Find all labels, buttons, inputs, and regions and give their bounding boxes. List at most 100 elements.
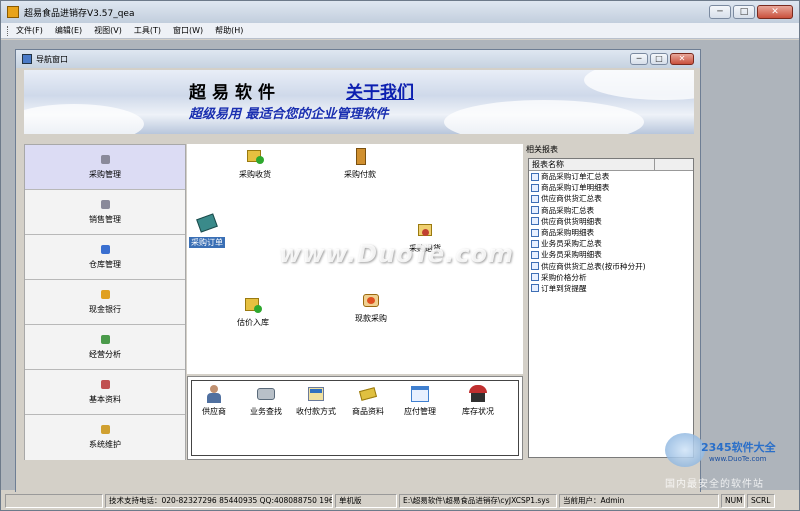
cash-icon [100,289,110,299]
navigation-window-title-bar[interactable]: 导航窗口 ─ □ ✕ [16,50,700,68]
report-icon [531,284,539,293]
close-button[interactable]: ✕ [757,5,793,19]
inventory-button[interactable]: 库存状况 [462,385,494,417]
sidebar-item-warehouse[interactable]: 仓库管理 [25,235,185,280]
app-window: 超易食品进销存V3.57_qea ─ □ ✕ 文件(F) 编辑(E) 视图(V)… [0,0,800,511]
inventory-label: 库存状况 [462,407,494,416]
goods-info-button[interactable]: 商品资料 [352,385,384,417]
payable-label: 应付管理 [404,407,436,416]
cash-purchase-button[interactable]: 现款采购 [355,292,387,324]
data-file-path: E:\超易软件\超易食品进销存\cyJXCSP1.sys [399,494,557,508]
receive-goods-label: 采购收货 [239,170,271,179]
sidebar-item-label: 仓库管理 [89,259,121,269]
warehouse-icon [100,244,110,254]
reports-list[interactable]: 报表名称 商品采购订单汇总表 商品采购订单明细表 供应商供货汇总表 商品采购汇总… [528,158,694,458]
brand-name: 超易软件 [189,83,281,103]
payment-label: 采购付款 [344,170,376,179]
menu-help[interactable]: 帮助(H) [215,25,243,36]
business-search-icon [256,385,276,403]
menu-edit[interactable]: 编辑(E) [55,25,82,36]
sidebar-item-label: 系统维护 [89,440,121,449]
payment-icon [350,148,370,166]
support-phone: 技术支持电话：020-82327296 85440935 QQ:40808875… [105,494,333,508]
basic-data-icon [100,379,110,389]
app-icon [7,6,19,18]
toolbar-grip[interactable] [7,25,10,36]
menu-file[interactable]: 文件(F) [16,25,43,36]
num-lock-indicator: NUM [721,494,745,508]
purchase-order-icon [192,213,222,234]
report-icon [531,239,539,248]
list-item[interactable]: 订单到货提醒 [529,283,693,294]
list-item[interactable]: 供应商供货汇总表(按币种分开) [529,261,693,272]
supplier-icon [204,385,224,403]
business-search-button[interactable]: 业务查找 [250,385,282,417]
minimize-button[interactable]: ─ [709,5,731,19]
sales-icon [100,199,110,209]
purchase-icon [100,154,110,164]
receive-goods-button[interactable]: 采购收货 [239,148,271,180]
maximize-button[interactable]: □ [733,5,755,19]
sidebar-item-label: 销售管理 [89,214,121,224]
window-title: 超易食品进销存V3.57_qea [24,8,135,19]
report-icon [531,250,539,259]
sidebar-item-cash-bank[interactable]: 现金银行 [25,280,185,325]
column-header-report-name[interactable]: 报表名称 [529,159,656,170]
status-blank [5,494,103,508]
about-us-link[interactable]: 关于我们 [346,78,414,103]
sidebar-item-purchase[interactable]: 采购管理 [25,145,185,190]
sidebar-item-basic-data[interactable]: 基本资料 [25,370,185,415]
module-sidebar: 采购管理 销售管理 仓库管理 现金银行 经营分析 基本资料 系统维护 [24,144,186,460]
title-bar[interactable]: 超易食品进销存V3.57_qea ─ □ ✕ [1,1,799,23]
report-icon [531,273,539,282]
site-logo: 2345软件大全 www.DuoTe.com 国内最安全的软件站 [661,431,800,501]
payment-button[interactable]: 采购付款 [344,148,376,180]
purchase-order-button[interactable]: 采购订单 [189,213,225,248]
return-goods-icon [415,222,435,240]
list-item[interactable]: 商品采购明细表 [529,227,693,238]
list-item[interactable]: 商品采购订单明细表 [529,182,693,193]
list-item[interactable]: 商品采购订单汇总表 [529,171,693,182]
goods-info-icon [358,385,378,403]
sidebar-item-analysis[interactable]: 经营分析 [25,325,185,370]
sidebar-item-label: 基本资料 [89,394,121,404]
related-reports: 相关报表 报表名称 商品采购订单汇总表 商品采购订单明细表 供应商供货汇总表 商… [526,144,696,460]
payment-method-button[interactable]: 收付款方式 [296,385,336,417]
scroll-lock-indicator: SCRL [747,494,775,508]
status-bar: 技术支持电话：020-82327296 85440935 QQ:40808875… [1,492,799,510]
list-item[interactable]: 业务员采购明细表 [529,249,693,260]
sidebar-item-label: 经营分析 [89,349,121,359]
related-reports-title: 相关报表 [526,145,558,154]
menu-view[interactable]: 视图(V) [94,25,122,36]
sidebar-item-label: 现金银行 [89,304,121,314]
inventory-icon [468,385,488,403]
menu-tools[interactable]: 工具(T) [134,25,161,36]
child-maximize-button[interactable]: □ [650,53,668,65]
payable-button[interactable]: 应付管理 [404,385,436,417]
navigation-window-title: 导航窗口 [36,54,68,64]
window-icon [22,54,32,64]
menu-window[interactable]: 窗口(W) [173,25,203,36]
list-item[interactable]: 供应商供货汇总表 [529,193,693,204]
report-icon [531,194,539,203]
menu-bar: 文件(F) 编辑(E) 视图(V) 工具(T) 窗口(W) 帮助(H) [1,23,799,39]
edition: 单机版 [335,494,397,508]
supplier-button[interactable]: 供应商 [202,385,226,417]
list-item[interactable]: 供应商供货明细表 [529,216,693,227]
receive-goods-icon [245,148,265,166]
column-header-extra[interactable] [655,159,693,170]
logo-url: www.DuoTe.com [709,455,767,463]
sidebar-item-sales[interactable]: 销售管理 [25,190,185,235]
payable-icon [410,385,430,403]
list-item[interactable]: 业务员采购汇总表 [529,238,693,249]
child-minimize-button[interactable]: ─ [630,53,648,65]
list-item[interactable]: 采购价格分析 [529,272,693,283]
shortcut-panel: 供应商 业务查找 收付款方式 商品资料 应付管理 库存状况 [187,376,523,460]
sidebar-item-label: 采购管理 [89,169,121,179]
list-item[interactable]: 商品采购汇总表 [529,205,693,216]
child-close-button[interactable]: ✕ [670,53,694,65]
estimate-stock-button[interactable]: 估价入库 [237,296,269,328]
sidebar-item-maintenance[interactable]: 系统维护 [25,415,185,460]
report-icon [531,228,539,237]
report-icon [531,206,539,215]
